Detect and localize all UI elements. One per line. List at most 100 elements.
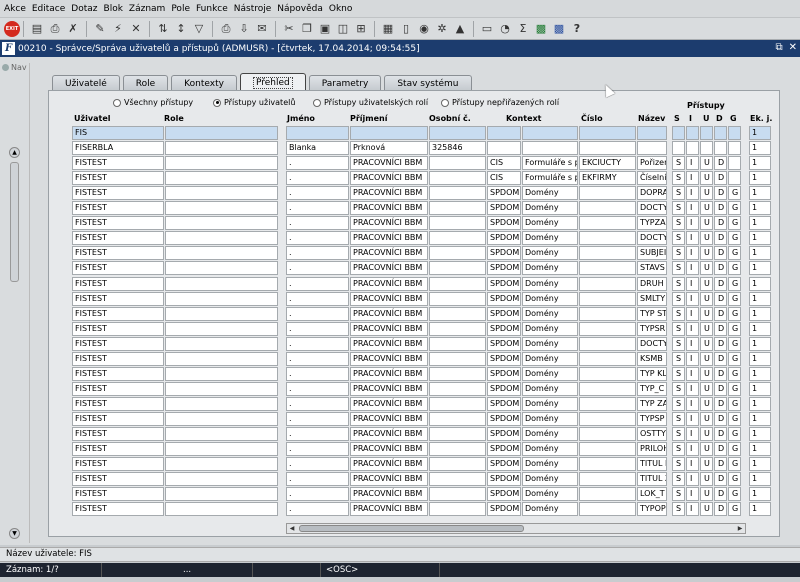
cell-i[interactable]: I [686, 276, 699, 291]
cell-uzivatel[interactable]: FISTEST [72, 502, 164, 517]
cell-prijmeni[interactable]: PRACOVNÍCI BBM [350, 472, 428, 487]
cell-osobni[interactable] [429, 261, 486, 276]
cell-g[interactable] [728, 126, 741, 140]
cell-uzivatel[interactable]: FISTEST [72, 231, 164, 246]
radio-circle-icon[interactable] [313, 98, 321, 107]
cell-prijmeni[interactable]: PRACOVNÍCI BBM [350, 261, 428, 276]
cell-u[interactable]: U [700, 306, 713, 321]
tab-0[interactable]: Uživatelé [52, 75, 120, 91]
cell-ekj[interactable]: 1 [749, 171, 771, 186]
cell-role[interactable] [165, 126, 278, 140]
cell-nazev[interactable] [637, 126, 667, 140]
cell-role[interactable] [165, 186, 278, 201]
cell-role[interactable] [165, 306, 278, 321]
cell-s[interactable]: S [672, 276, 685, 291]
clear-icon[interactable]: ✗ [65, 21, 81, 37]
copy-icon[interactable]: ❐ [299, 21, 315, 37]
cell-d[interactable]: D [714, 291, 727, 306]
cell-jmeno[interactable]: . [286, 396, 349, 411]
insert-record-icon[interactable]: ⊞ [353, 21, 369, 37]
filter-icon[interactable]: ▽ [191, 21, 207, 37]
cell-uzivatel[interactable]: FISTEST [72, 487, 164, 502]
cell-role[interactable] [165, 366, 278, 381]
cell-i[interactable]: I [686, 201, 699, 216]
cell-ctx[interactable]: CIS [487, 156, 521, 171]
cell-cislo[interactable] [579, 201, 636, 216]
cell-prijmeni[interactable]: PRACOVNÍCI BBM [350, 306, 428, 321]
cell-s[interactable]: S [672, 487, 685, 502]
cell-d[interactable]: D [714, 381, 727, 396]
cell-jmeno[interactable]: . [286, 366, 349, 381]
cell-i[interactable]: I [686, 321, 699, 336]
cell-u[interactable]: U [700, 396, 713, 411]
cell-ekj[interactable]: 1 [749, 366, 771, 381]
cell-osobni[interactable] [429, 427, 486, 441]
cell-prijmeni[interactable]: PRACOVNÍCI BBM [350, 396, 428, 411]
cell-g[interactable]: G [728, 336, 741, 351]
cell-cislo[interactable] [579, 427, 636, 441]
cell-g[interactable] [728, 141, 741, 156]
cell-nazev[interactable]: OSTTY [637, 427, 667, 441]
cell-g[interactable]: G [728, 306, 741, 321]
cell-ekj[interactable]: 1 [749, 246, 771, 261]
tools-icon[interactable]: ✲ [434, 21, 450, 37]
cell-s[interactable]: S [672, 186, 685, 201]
cell-nazev[interactable]: SUBJEI [637, 246, 667, 261]
cell-ctxname[interactable]: Domény [522, 366, 578, 381]
cell-g[interactable]: G [728, 472, 741, 487]
cell-d[interactable]: D [714, 427, 727, 441]
cell-s[interactable]: S [672, 381, 685, 396]
cell-uzivatel[interactable]: FIS [72, 126, 164, 140]
cell-role[interactable] [165, 321, 278, 336]
cell-i[interactable]: I [686, 396, 699, 411]
cell-ctx[interactable]: SPDOM [487, 186, 521, 201]
cell-ctx[interactable]: SPDOM [487, 427, 521, 441]
cell-ctx[interactable]: SPDOM [487, 231, 521, 246]
cell-g[interactable]: G [728, 351, 741, 366]
cell-s[interactable]: S [672, 396, 685, 411]
cell-ekj[interactable]: 1 [749, 411, 771, 426]
order-icon[interactable]: ↕ [173, 21, 189, 37]
cell-ctxname[interactable]: Domény [522, 231, 578, 246]
cell-u[interactable]: U [700, 457, 713, 472]
cell-d[interactable]: D [714, 171, 727, 186]
cell-uzivatel[interactable]: FISTEST [72, 427, 164, 441]
cell-u[interactable]: U [700, 156, 713, 171]
cell-ekj[interactable]: 1 [749, 276, 771, 291]
cell-nazev[interactable]: TYP_C [637, 381, 667, 396]
cell-s[interactable]: S [672, 246, 685, 261]
cell-u[interactable]: U [700, 171, 713, 186]
cell-prijmeni[interactable]: PRACOVNÍCI BBM [350, 442, 428, 457]
cell-role[interactable] [165, 427, 278, 441]
cell-ctxname[interactable]: Domény [522, 381, 578, 396]
menu-8[interactable]: Nápověda [277, 4, 323, 14]
cell-osobni[interactable] [429, 381, 486, 396]
cell-ctx[interactable]: SPDOM [487, 246, 521, 261]
sum-icon[interactable]: Σ [515, 21, 531, 37]
cell-s[interactable]: S [672, 291, 685, 306]
cell-prijmeni[interactable]: PRACOVNÍCI BBM [350, 171, 428, 186]
cell-osobni[interactable] [429, 276, 486, 291]
cell-role[interactable] [165, 216, 278, 231]
cell-ctxname[interactable]: Domény [522, 472, 578, 487]
cell-ctxname[interactable]: Domény [522, 442, 578, 457]
tab-3[interactable]: Přehled [239, 73, 306, 91]
cell-s[interactable]: S [672, 457, 685, 472]
cell-uzivatel[interactable]: FISTEST [72, 472, 164, 487]
cell-role[interactable] [165, 351, 278, 366]
cell-ekj[interactable]: 1 [749, 381, 771, 396]
cell-ekj[interactable]: 1 [749, 336, 771, 351]
cell-prijmeni[interactable]: PRACOVNÍCI BBM [350, 276, 428, 291]
cell-jmeno[interactable]: . [286, 427, 349, 441]
tab-1[interactable]: Role [122, 75, 169, 91]
cell-ctxname[interactable]: Domény [522, 336, 578, 351]
cell-jmeno[interactable]: . [286, 156, 349, 171]
cell-nazev[interactable]: TYP ST [637, 306, 667, 321]
cell-osobni[interactable] [429, 156, 486, 171]
cell-ekj[interactable]: 1 [749, 472, 771, 487]
cell-cislo[interactable] [579, 366, 636, 381]
cell-cislo[interactable] [579, 396, 636, 411]
cell-ctx[interactable]: SPDOM [487, 216, 521, 231]
cell-g[interactable]: G [728, 442, 741, 457]
cell-uzivatel[interactable]: FISTEST [72, 381, 164, 396]
